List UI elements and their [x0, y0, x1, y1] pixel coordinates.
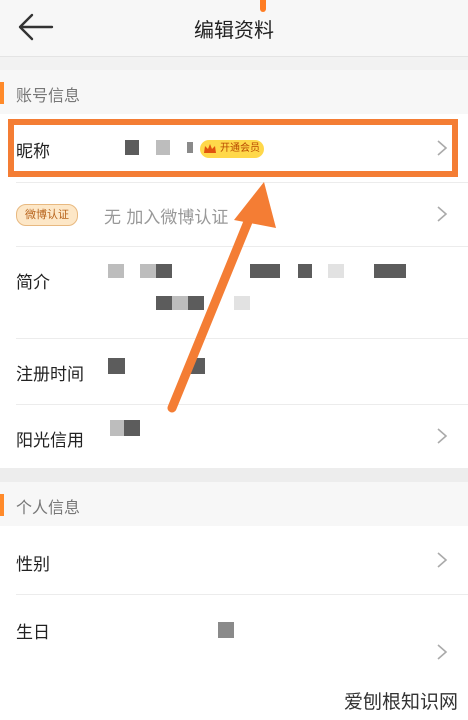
watermark-text: 爱刨根知识网: [343, 691, 458, 713]
chevron-right-icon: [437, 206, 448, 222]
gender-label: 性别: [16, 555, 50, 575]
top-arrow-tip: [260, 0, 266, 12]
chevron-right-icon: [437, 644, 448, 660]
top-bar: 编辑资料: [0, 0, 468, 57]
page-title: 编辑资料: [194, 18, 274, 42]
register-time-label: 注册时间: [16, 365, 84, 385]
sunshine-credit-row[interactable]: 阳光信用: [0, 404, 468, 468]
row-divider: [16, 338, 468, 339]
redacted-block: [108, 264, 124, 278]
gender-row[interactable]: 性别: [0, 526, 468, 594]
chevron-right-icon: [437, 552, 448, 568]
row-divider: [16, 404, 468, 405]
row-divider: [16, 246, 468, 247]
highlight-box: [8, 119, 458, 177]
intro-label: 简介: [16, 273, 50, 293]
redacted-block: [234, 296, 250, 310]
redacted-block: [156, 296, 172, 310]
redacted-block: [172, 296, 188, 310]
row-divider: [16, 182, 468, 183]
redacted-block: [250, 264, 280, 278]
section-account-title: 账号信息: [16, 86, 81, 105]
redacted-block: [218, 622, 234, 638]
redacted-block: [156, 264, 172, 278]
redacted-block: [108, 358, 125, 374]
intro-row[interactable]: 简介: [0, 246, 468, 338]
section-separator: [0, 468, 468, 482]
redacted-block: [188, 296, 204, 310]
register-time-row: 注册时间: [0, 338, 468, 404]
chevron-right-icon: [437, 428, 448, 444]
row-divider: [16, 594, 468, 595]
redacted-block: [374, 264, 406, 278]
birthday-label: 生日: [16, 623, 50, 643]
weibo-verify-value: 无 加入微博认证: [104, 208, 229, 228]
redacted-block: [188, 358, 205, 374]
sunshine-credit-label: 阳光信用: [16, 431, 84, 451]
section-personal-header: 个人信息: [0, 482, 468, 526]
redacted-block: [298, 264, 312, 278]
redacted-block: [328, 264, 344, 278]
redacted-block: [110, 420, 124, 436]
section-accent-bar: [0, 82, 4, 104]
redacted-block: [140, 264, 156, 278]
weibo-verify-badge: 微博认证: [16, 204, 78, 226]
section-personal-title: 个人信息: [16, 498, 81, 517]
section-accent-bar: [0, 494, 4, 516]
section-account-header: 账号信息: [0, 70, 468, 114]
redacted-block: [124, 420, 140, 436]
